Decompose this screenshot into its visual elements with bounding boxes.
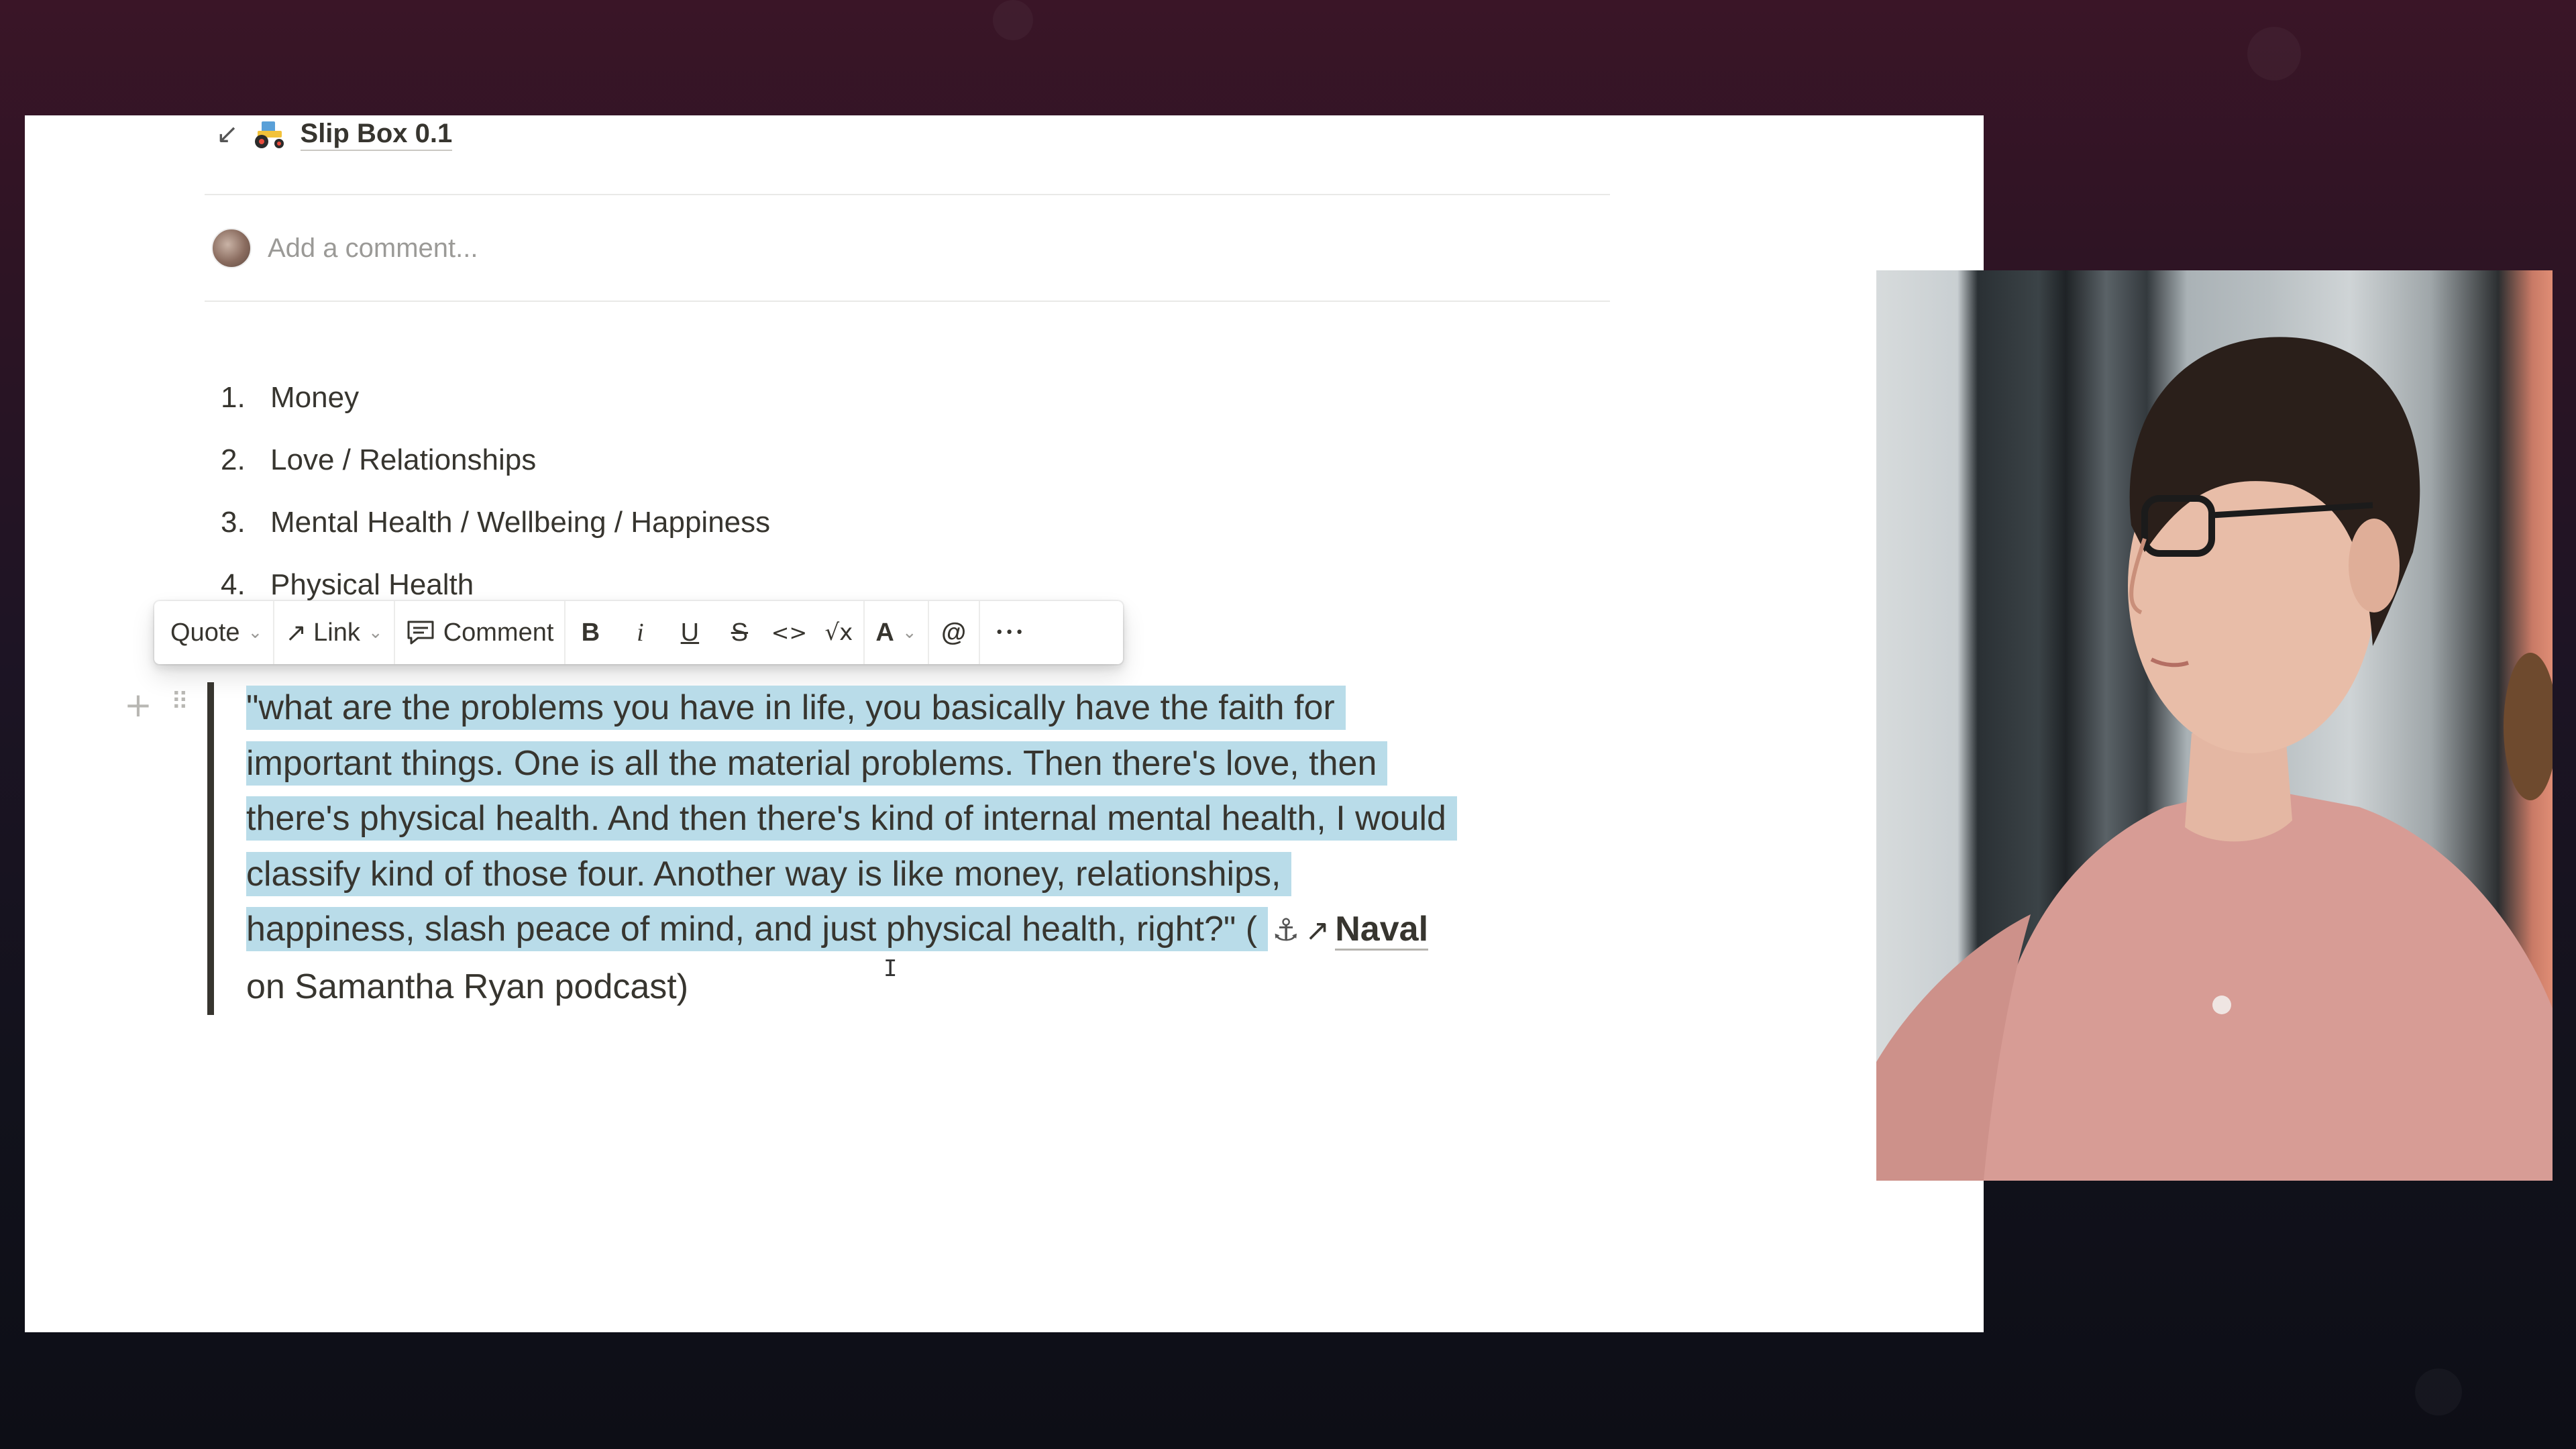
drag-handle-icon[interactable]: ⠿ xyxy=(171,686,189,724)
code-button[interactable]: <> xyxy=(764,608,814,657)
list-number: 3. xyxy=(221,505,246,539)
tractor-icon xyxy=(252,119,287,150)
selected-text: classify kind of those four. Another way… xyxy=(246,851,1292,896)
webcam-video xyxy=(1876,270,2553,1181)
chevron-down-icon: ⌄ xyxy=(368,623,383,643)
block-type-dropdown[interactable]: Quote ⌄ xyxy=(160,608,273,657)
backlink-arrow-icon: ↙ xyxy=(216,119,239,150)
notion-page: ↙ Slip Box 0.1 Add a comment... 1. Money… xyxy=(25,115,1984,1332)
list-item-text: Love / Relationships xyxy=(270,443,537,476)
background-bokeh xyxy=(993,0,1033,40)
comment-composer[interactable]: Add a comment... xyxy=(211,227,478,270)
chevron-down-icon: ⌄ xyxy=(248,623,263,643)
quote-block[interactable]: "what are the problems you have in life,… xyxy=(246,680,1581,1014)
italic-icon: i xyxy=(637,619,644,647)
bold-icon: B xyxy=(581,618,600,647)
anchor-icon: ⚓ xyxy=(1272,912,1300,948)
more-options-button[interactable]: ••• xyxy=(980,608,1040,657)
list-item[interactable]: 3. Mental Health / Wellbeing / Happiness xyxy=(218,491,770,553)
background-bokeh xyxy=(2247,27,2301,80)
selected-text: there's physical health. And then there'… xyxy=(246,796,1457,841)
comment-label: Comment xyxy=(443,618,554,647)
formatting-toolbar: Quote ⌄ ↗ Link ⌄ Comment B i U S <> √x A… xyxy=(154,601,1123,664)
quote-line: there's physical health. And then there'… xyxy=(246,791,1581,847)
list-item-text: Money xyxy=(270,380,360,414)
quote-line: on Samantha Ryan podcast) xyxy=(246,967,689,1006)
link-button[interactable]: ↗ Link ⌄ xyxy=(274,608,393,657)
equation-button[interactable]: √x xyxy=(814,608,863,657)
chevron-down-icon: ⌄ xyxy=(902,623,917,643)
link-label: Link xyxy=(313,618,360,647)
mention-icon: @ xyxy=(941,618,967,647)
list-item[interactable]: 2. Love / Relationships xyxy=(218,429,770,491)
code-icon: <> xyxy=(771,620,808,645)
block-type-label: Quote xyxy=(170,618,240,647)
text-cursor-icon: I xyxy=(883,955,898,982)
bold-button[interactable]: B xyxy=(566,608,615,657)
background-bokeh xyxy=(2415,1368,2462,1415)
presenter-illustration xyxy=(1876,337,2553,1181)
italic-button[interactable]: i xyxy=(615,608,665,657)
more-icon: ••• xyxy=(995,624,1026,641)
quote-line: important things. One is all the materia… xyxy=(246,736,1581,792)
list-item-text: Physical Health xyxy=(270,568,474,601)
quote-line: happiness, slash peace of mind, and just… xyxy=(246,902,1581,959)
backlink-title: Slip Box 0.1 xyxy=(300,117,453,151)
text-color-icon: A xyxy=(875,618,894,647)
divider xyxy=(205,301,1610,302)
list-number: 1. xyxy=(221,380,246,414)
arrow-up-right-icon: ↗ xyxy=(285,618,307,647)
comment-button[interactable]: Comment xyxy=(395,608,565,657)
backlink[interactable]: ↙ Slip Box 0.1 xyxy=(216,115,453,153)
avatar xyxy=(211,228,252,268)
arrow-up-right-icon: ↗ xyxy=(1305,914,1330,948)
numbered-list: 1. Money 2. Love / Relationships 3. Ment… xyxy=(218,366,770,616)
selected-text: happiness, slash peace of mind, and just… xyxy=(246,907,1269,951)
strikethrough-button[interactable]: S xyxy=(714,608,764,657)
mention-button[interactable]: @ xyxy=(929,608,979,657)
list-item[interactable]: 1. Money xyxy=(218,366,770,429)
list-number: 4. xyxy=(221,568,246,601)
quote-line: classify kind of those four. Another way… xyxy=(246,847,1581,902)
comment-input[interactable]: Add a comment... xyxy=(268,233,478,264)
page-link[interactable]: Naval xyxy=(1335,910,1429,951)
block-handles: + ⠿ xyxy=(124,686,189,724)
quote-line: "what are the problems you have in life,… xyxy=(246,680,1581,736)
strikethrough-icon: S xyxy=(731,618,749,647)
quote-bar xyxy=(207,682,214,1015)
list-number: 2. xyxy=(221,443,246,476)
list-item-text: Mental Health / Wellbeing / Happiness xyxy=(270,505,771,539)
add-block-icon[interactable]: + xyxy=(124,686,152,724)
selected-text: important things. One is all the materia… xyxy=(246,741,1388,786)
underline-button[interactable]: U xyxy=(665,608,714,657)
divider xyxy=(205,194,1610,195)
selected-text: "what are the problems you have in life,… xyxy=(246,686,1346,730)
speech-bubble-icon xyxy=(406,619,435,646)
text-color-button[interactable]: A ⌄ xyxy=(865,608,927,657)
underline-icon: U xyxy=(680,618,700,647)
equation-icon: √x xyxy=(824,619,853,646)
